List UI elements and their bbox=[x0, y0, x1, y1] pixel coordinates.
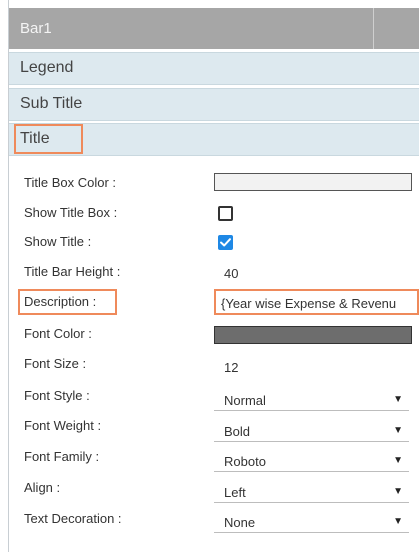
section-subtitle[interactable]: Sub Title bbox=[9, 88, 419, 121]
dropdown-arrow-icon: ▼ bbox=[393, 394, 403, 405]
section-legend-label: Legend bbox=[20, 59, 74, 76]
font-style-select[interactable]: Normal ▼ bbox=[214, 387, 409, 411]
font-weight-select[interactable]: Bold ▼ bbox=[214, 418, 409, 442]
align-label: Align : bbox=[24, 480, 61, 495]
dropdown-arrow-icon: ▼ bbox=[393, 425, 403, 436]
dropdown-arrow-icon: ▼ bbox=[393, 486, 403, 497]
title-box-color-label: Title Box Color : bbox=[24, 175, 116, 190]
description-label: Description : bbox=[24, 294, 97, 309]
title-bar-control[interactable] bbox=[373, 8, 419, 49]
panel-title: Bar1 bbox=[20, 20, 52, 37]
show-title-box-checkbox[interactable] bbox=[218, 206, 233, 221]
font-weight-label: Font Weight : bbox=[24, 418, 102, 433]
show-title-box-label: Show Title Box : bbox=[24, 205, 118, 220]
description-input[interactable]: {Year wise Expense & Revenu bbox=[214, 289, 419, 315]
dropdown-arrow-icon: ▼ bbox=[393, 455, 403, 466]
align-value: Left bbox=[224, 485, 246, 500]
font-style-value: Normal bbox=[224, 393, 266, 408]
show-title-checkbox[interactable] bbox=[218, 235, 233, 250]
section-title-highlight bbox=[14, 124, 83, 154]
panel-title-bar: Bar1 bbox=[9, 8, 419, 49]
font-weight-value: Bold bbox=[224, 424, 251, 439]
title-box-color-swatch[interactable] bbox=[214, 173, 412, 191]
title-bar-height-label: Title Bar Height : bbox=[24, 264, 121, 279]
align-select[interactable]: Left ▼ bbox=[214, 479, 409, 503]
text-decoration-select[interactable]: None ▼ bbox=[214, 509, 409, 533]
dropdown-arrow-icon: ▼ bbox=[393, 516, 403, 527]
font-size-label: Font Size : bbox=[24, 356, 87, 371]
font-color-swatch[interactable] bbox=[214, 326, 412, 344]
properties-panel: Bar1 Legend Sub Title Title Title Box Co… bbox=[8, 0, 419, 552]
text-decoration-label: Text Decoration : bbox=[24, 511, 122, 526]
description-value: {Year wise Expense & Revenu bbox=[221, 296, 397, 311]
font-style-label: Font Style : bbox=[24, 388, 90, 403]
font-family-select[interactable]: Roboto ▼ bbox=[214, 448, 409, 472]
show-title-label: Show Title : bbox=[24, 234, 92, 249]
font-family-label: Font Family : bbox=[24, 449, 100, 464]
title-bar-height-value[interactable]: 40 bbox=[224, 266, 238, 281]
font-family-value: Roboto bbox=[224, 454, 266, 469]
font-size-value[interactable]: 12 bbox=[224, 360, 238, 375]
text-decoration-value: None bbox=[224, 515, 256, 530]
font-color-label: Font Color : bbox=[24, 326, 92, 341]
section-subtitle-label: Sub Title bbox=[20, 95, 83, 112]
checkmark-icon bbox=[220, 238, 231, 247]
section-legend[interactable]: Legend bbox=[9, 52, 419, 85]
